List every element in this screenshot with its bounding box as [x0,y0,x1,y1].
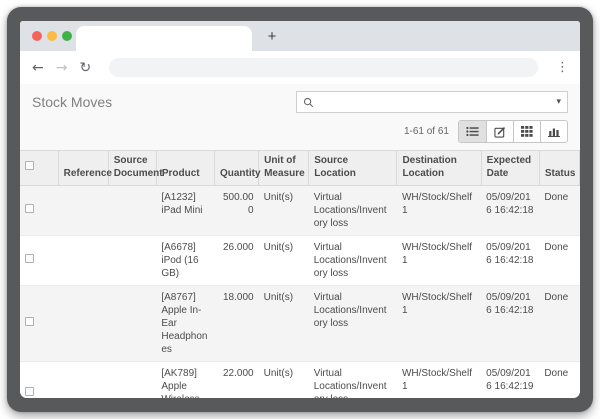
tab-bar: + [20,21,580,51]
cell-status: Done [539,362,579,399]
cell-reference [58,362,108,399]
cell-reference [58,186,108,236]
pager-label: 1-61 of 61 [404,126,449,137]
table-row[interactable]: [A1232] iPad Mini 500.000 Unit(s) Virtua… [20,186,580,236]
search-icon [303,97,314,108]
cell-status: Done [539,186,579,236]
cell-unit-of-measure: Unit(s) [259,286,309,362]
cell-source-location: Virtual Locations/Inventory loss [309,186,397,236]
cell-destination-location: WH/Stock/Shelf 1 [397,362,481,399]
reload-icon[interactable]: ↻ [79,61,91,75]
cell-expected-date: 05/09/2016 16:42:18 [481,186,539,236]
stock-moves-table: Reference Source Document Product Quanti… [20,150,580,398]
row-checkbox[interactable] [25,204,34,213]
window-controls [32,31,72,41]
search-filter-caret-icon[interactable]: ▾ [556,97,561,107]
search-box: ▾ [296,91,568,113]
cell-unit-of-measure: Unit(s) [259,236,309,286]
back-icon[interactable]: ← [32,61,44,75]
column-header-source-location[interactable]: Source Location [309,151,397,186]
cell-quantity: 22.000 [214,362,258,399]
address-bar[interactable] [109,58,538,77]
select-all-checkbox[interactable] [25,161,34,170]
cell-product: [A6678] iPod (16 GB) [156,236,214,286]
cell-unit-of-measure: Unit(s) [259,362,309,399]
cell-quantity: 26.000 [214,236,258,286]
control-panel: Stock Moves ▾ 1-61 of 61 [20,84,580,150]
browser-toolbar: ← → ↻ ⋮ [20,51,580,84]
browser-menu-icon[interactable]: ⋮ [556,60,568,75]
cell-status: Done [539,286,579,362]
column-header-reference[interactable]: Reference [58,151,108,186]
browser-window: + ← → ↻ ⋮ Stock Moves ▾ [7,7,593,412]
page-title: Stock Moves [32,94,112,110]
cell-unit-of-measure: Unit(s) [259,186,309,236]
graph-view-bar-chart-icon [548,126,560,137]
cell-product: [A1232] iPad Mini [156,186,214,236]
browser-viewport: + ← → ↻ ⋮ Stock Moves ▾ [20,21,580,398]
cell-destination-location: WH/Stock/Shelf 1 [397,186,481,236]
cell-reference [58,236,108,286]
cell-source-document [108,186,156,236]
search-input[interactable] [319,95,551,109]
browser-tab[interactable] [76,26,252,51]
column-header-destination-location[interactable]: Destination Location [397,151,481,186]
cell-destination-location: WH/Stock/Shelf 1 [397,236,481,286]
table-row[interactable]: [A6678] iPod (16 GB) 26.000 Unit(s) Virt… [20,236,580,286]
cell-expected-date: 05/09/2016 16:42:18 [481,236,539,286]
cell-source-location: Virtual Locations/Inventory loss [309,362,397,399]
cell-product: [AK789] Apple Wireless Keyboard [156,362,214,399]
cell-product: [A8767] Apple In-Ear Headphones [156,286,214,362]
forward-icon: → [56,61,68,75]
grid-view-button[interactable] [513,121,540,142]
cell-expected-date: 05/09/2016 16:42:18 [481,286,539,362]
column-header-status[interactable]: Status [539,151,579,186]
row-checkbox[interactable] [25,254,34,263]
new-tab-button[interactable]: + [260,24,284,48]
cell-quantity: 18.000 [214,286,258,362]
minimize-window-icon[interactable] [47,31,57,41]
row-checkbox[interactable] [25,317,34,326]
cell-source-location: Virtual Locations/Inventory loss [309,286,397,362]
close-window-icon[interactable] [32,31,42,41]
column-header-product[interactable]: Product [156,151,214,186]
grid-view-icon [521,126,533,137]
cell-status: Done [539,236,579,286]
graph-view-button[interactable] [540,121,567,142]
cell-expected-date: 05/09/2016 16:42:19 [481,362,539,399]
table-row[interactable]: [A8767] Apple In-Ear Headphones 18.000 U… [20,286,580,362]
cell-destination-location: WH/Stock/Shelf 1 [397,286,481,362]
table-row[interactable]: [AK789] Apple Wireless Keyboard 22.000 U… [20,362,580,399]
app-content: Stock Moves ▾ 1-61 of 61 [20,84,580,398]
column-header-quantity[interactable]: Quantity [214,151,258,186]
column-header-unit-of-measure[interactable]: Unit of Measure [259,151,309,186]
table-header-row: Reference Source Document Product Quanti… [20,151,580,186]
list-view-button[interactable] [459,121,486,142]
cell-source-document [108,362,156,399]
form-view-button[interactable] [486,121,513,142]
maximize-window-icon[interactable] [62,31,72,41]
cell-source-document [108,286,156,362]
column-header-expected-date[interactable]: Expected Date [481,151,539,186]
view-switcher [458,120,568,143]
list-view-icon [466,126,479,137]
form-view-pencil-icon [494,126,506,138]
cell-quantity: 500.000 [214,186,258,236]
column-header-source-document[interactable]: Source Document [108,151,156,186]
row-checkbox[interactable] [25,387,34,396]
cell-source-document [108,236,156,286]
cell-source-location: Virtual Locations/Inventory loss [309,236,397,286]
cell-reference [58,286,108,362]
